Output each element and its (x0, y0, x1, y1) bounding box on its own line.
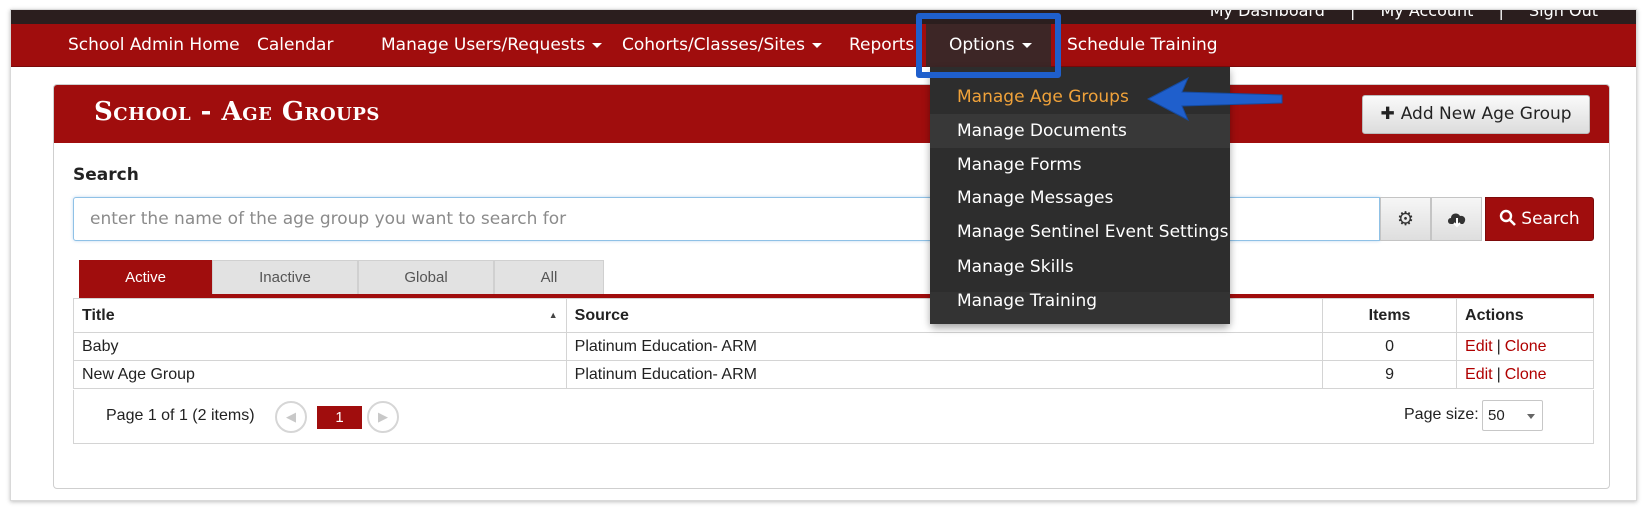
nav-reports[interactable]: Reports (849, 24, 914, 67)
top-links: My Dashboard | My Account | Sign Out (1200, 9, 1608, 20)
menu-item-manage-sentinel-event-settings[interactable]: Manage Sentinel Event Settings (957, 222, 1229, 242)
chevron-left-icon: ◀ (286, 409, 296, 424)
action-separator: | (1496, 365, 1501, 383)
cell-title: New Age Group (73, 360, 567, 389)
header-label: Title (82, 306, 115, 324)
clone-link[interactable]: Clone (1505, 338, 1547, 355)
menu-item-manage-skills[interactable]: Manage Skills (957, 257, 1074, 277)
plus-icon: ✚ (1380, 104, 1395, 124)
table-header-row: Title ▲ Source Items Actions (73, 298, 1594, 333)
chevron-right-icon: ▶ (378, 409, 388, 424)
table-row: Baby Platinum Education- ARM 0 Edit | Clon… (73, 332, 1594, 361)
edit-link[interactable]: Edit (1465, 338, 1493, 355)
action-separator: | (1496, 337, 1501, 355)
column-header-items[interactable]: Items (1322, 298, 1458, 333)
page-size-select[interactable]: 50 (1482, 400, 1543, 431)
column-header-title[interactable]: Title ▲ (73, 298, 567, 333)
cell-source: Platinum Education- ARM (565, 332, 1324, 361)
tab-all[interactable]: All (494, 260, 604, 294)
cell-items: 9 (1322, 360, 1458, 389)
nav-label: Manage Users/Requests (381, 35, 586, 55)
pager-summary: Page 1 of 1 (2 items) (106, 407, 255, 424)
page-size-label: Page size: (1404, 406, 1479, 423)
clone-link[interactable]: Clone (1505, 366, 1547, 383)
column-header-actions: Actions (1456, 298, 1594, 333)
age-groups-table: Title ▲ Source Items Actions Baby Platinu… (73, 298, 1594, 389)
menu-item-manage-messages[interactable]: Manage Messages (957, 188, 1113, 208)
table-row: New Age Group Platinum Education- ARM 9 … (73, 360, 1594, 389)
settings-button[interactable]: ⚙ (1380, 197, 1431, 241)
export-button[interactable] (1431, 197, 1482, 241)
search-label: Search (73, 165, 139, 185)
prev-page-button[interactable]: ◀ (275, 401, 307, 433)
cell-title: Baby (73, 332, 567, 361)
page-title: School - Age Groups (94, 97, 380, 127)
nav-schedule-training[interactable]: Schedule Training (1067, 24, 1218, 67)
edit-link[interactable]: Edit (1465, 366, 1493, 383)
tab-active[interactable]: Active (79, 260, 212, 294)
panel-header: School - Age Groups ✚ Add New Age Group (54, 85, 1609, 143)
menu-item-manage-forms[interactable]: Manage Forms (957, 155, 1082, 175)
pager: Page 1 of 1 (2 items) ◀ 1 ▶ Page size: 5… (73, 390, 1594, 444)
menu-item-manage-age-groups[interactable]: Manage Age Groups (957, 87, 1129, 107)
tab-global[interactable]: Global (358, 260, 494, 294)
annotation-arrow-icon (1146, 76, 1283, 122)
search-icon (1500, 209, 1517, 226)
age-groups-panel: School - Age Groups ✚ Add New Age Group S… (53, 84, 1610, 489)
caret-down-icon (592, 42, 603, 48)
page-number-current[interactable]: 1 (317, 406, 362, 429)
search-button[interactable]: Search (1485, 197, 1594, 241)
cell-actions: Edit | Clone (1456, 360, 1594, 389)
my-dashboard-link[interactable]: My Dashboard (1210, 10, 1325, 20)
nav-cohorts-classes-sites[interactable]: Cohorts/Classes/Sites (622, 24, 822, 67)
cloud-download-icon (1447, 213, 1465, 227)
chevron-down-icon (1527, 414, 1535, 419)
nav-label: Calendar (257, 35, 334, 55)
page-size-value: 50 (1488, 407, 1505, 424)
top-separator: | (1349, 9, 1356, 20)
nav-label: Cohorts/Classes/Sites (622, 35, 805, 55)
add-new-age-group-button[interactable]: ✚ Add New Age Group (1362, 95, 1590, 134)
browser-frame: My Dashboard | My Account | Sign Out Sch… (10, 9, 1637, 501)
sort-ascending-icon: ▲ (548, 309, 558, 320)
nav-calendar[interactable]: Calendar (257, 24, 333, 67)
my-account-link[interactable]: My Account (1380, 10, 1473, 20)
search-button-label: Search (1521, 209, 1580, 229)
main-navbar (11, 24, 1636, 67)
nav-label: School Admin Home (68, 35, 240, 55)
add-button-label: Add New Age Group (1400, 104, 1572, 124)
nav-label: Schedule Training (1067, 35, 1218, 55)
cell-source: Platinum Education- ARM (565, 360, 1324, 389)
nav-label: Reports (849, 35, 915, 55)
menu-item-manage-documents[interactable]: Manage Documents (957, 121, 1127, 141)
sign-out-link[interactable]: Sign Out (1529, 10, 1598, 20)
menu-item-manage-training[interactable]: Manage Training (957, 291, 1097, 311)
caret-down-icon (811, 42, 822, 48)
tab-inactive[interactable]: Inactive (212, 260, 358, 294)
annotation-highlight-box (916, 13, 1061, 78)
nav-school-admin-home[interactable]: School Admin Home (68, 24, 240, 67)
cell-actions: Edit | Clone (1456, 332, 1594, 361)
gear-icon: ⚙ (1396, 208, 1415, 230)
nav-manage-users-requests[interactable]: Manage Users/Requests (381, 24, 603, 67)
next-page-button[interactable]: ▶ (367, 401, 399, 433)
top-separator: | (1498, 9, 1504, 20)
cell-items: 0 (1322, 332, 1458, 361)
